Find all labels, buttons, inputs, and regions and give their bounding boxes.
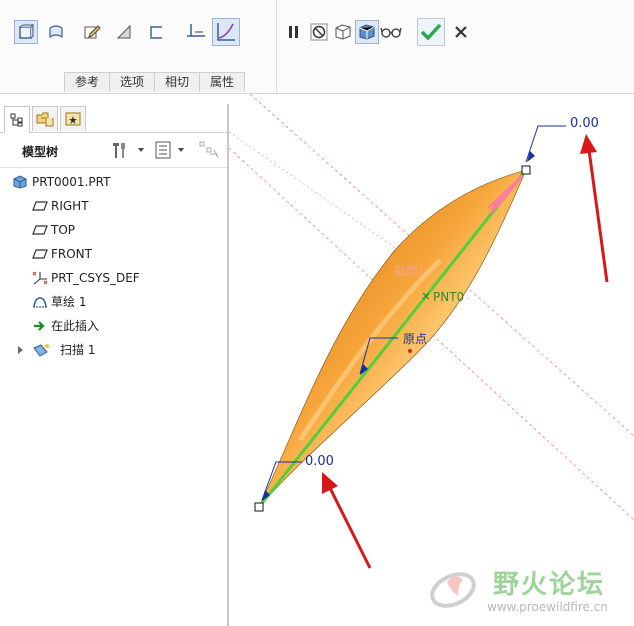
tree-item-label: 草绘 1: [51, 295, 87, 309]
sweep-options-group: 参考 选项 相切 属性: [0, 0, 276, 93]
show-dropdown[interactable]: [154, 140, 192, 160]
glasses-preview-button[interactable]: [379, 20, 403, 44]
tree-item-label: PRT0001.PRT: [32, 175, 111, 189]
expand-arrow-icon[interactable]: [17, 346, 25, 354]
variable-section-icon: [217, 23, 235, 41]
pause-button[interactable]: [282, 20, 306, 44]
watermark-url: www.proewildfire.cn: [487, 600, 608, 614]
tab-options[interactable]: 选项: [109, 72, 156, 92]
edit-sketch-button[interactable]: [80, 20, 104, 44]
tab-references[interactable]: 参考: [64, 72, 111, 92]
settings-dropdown[interactable]: [110, 140, 150, 160]
constant-section-button[interactable]: [184, 20, 208, 44]
solid-sweep-button[interactable]: [14, 20, 38, 44]
model-canvas[interactable]: [229, 94, 634, 626]
tab-properties[interactable]: 属性: [199, 72, 246, 92]
tree-filter-icon: [199, 141, 219, 159]
cancel-button[interactable]: [449, 20, 473, 44]
tab-tangency[interactable]: 相切: [154, 72, 201, 92]
tree-item-label: 扫描 1: [60, 343, 96, 357]
variable-section-button[interactable]: [212, 18, 240, 46]
accept-button[interactable]: [417, 18, 445, 46]
dashboard-tabs: 参考 选项 相切 属性: [64, 72, 246, 92]
tools-icon: [113, 143, 144, 158]
pause-icon: [289, 26, 298, 38]
section-label: 截面1: [394, 264, 426, 278]
no-preview-button[interactable]: [307, 20, 331, 44]
favorites-icon: [65, 112, 81, 126]
origin-marker-icon: [408, 349, 412, 353]
tree-item-label: PRT_CSYS_DEF: [51, 271, 140, 285]
control-group: [277, 0, 477, 93]
watermark-logo-icon: [430, 572, 476, 608]
graphics-window[interactable]: 0.00 0.00 截面1 PNT0 原点: [229, 94, 634, 626]
tab-folder-browser[interactable]: [32, 106, 58, 131]
tab-favorites[interactable]: [60, 106, 86, 131]
forum-watermark: 野火论坛 www.proewildfire.cn: [423, 560, 634, 626]
annotation-arrow-top: [580, 134, 609, 283]
navigator-tabs: [0, 104, 227, 133]
tab-model-tree[interactable]: [4, 106, 30, 133]
surface-sweep-button[interactable]: [44, 20, 68, 44]
remove-material-button[interactable]: [112, 20, 136, 44]
sketch-icon: [33, 297, 47, 308]
part-icon: [13, 175, 27, 189]
origin-label: 原点: [403, 332, 428, 346]
tree-item-top[interactable]: TOP: [0, 219, 220, 241]
tree-item-sweep[interactable]: 扫描 1: [0, 339, 220, 361]
filter-button[interactable]: [198, 140, 220, 160]
model-tree-header: 模型树: [0, 133, 227, 168]
datum-plane-icon: [32, 249, 48, 259]
tree-item-sketch[interactable]: 草绘 1: [0, 291, 220, 313]
tree-item-label: RIGHT: [51, 199, 89, 213]
glasses-icon: [380, 27, 402, 38]
tree-item-front[interactable]: FRONT: [0, 243, 220, 265]
insert-here-arrow-icon: [34, 321, 45, 331]
verify-preview-button[interactable]: [355, 20, 379, 44]
checkmark-icon: [420, 23, 442, 41]
tree-item-insert-here[interactable]: 在此插入: [0, 315, 220, 337]
bottom-dimension-value[interactable]: 0.00: [305, 454, 334, 469]
datum-plane-icon: [32, 225, 48, 235]
shaded-preview-icon: [359, 24, 375, 40]
tree-item-right[interactable]: RIGHT: [0, 195, 220, 217]
remove-material-icon: [116, 24, 131, 39]
annotation-arrow-bottom: [322, 472, 372, 569]
end-point-handle[interactable]: [521, 165, 531, 175]
tree-item-csys[interactable]: PRT_CSYS_DEF: [0, 267, 220, 289]
datum-plane-icon: [32, 201, 48, 211]
start-point-handle[interactable]: [254, 502, 264, 512]
surface-icon: [49, 25, 63, 39]
close-icon: [455, 26, 467, 38]
top-dimension-value[interactable]: 0.00: [570, 116, 599, 131]
csys-icon: [32, 271, 48, 285]
geometry-preview-button[interactable]: [331, 20, 355, 44]
model-tree-title: 模型树: [22, 145, 59, 159]
pencil-sketch-icon: [84, 25, 101, 39]
wireframe-preview-icon: [335, 24, 351, 40]
sweep-icon: [33, 343, 50, 357]
thicken-button[interactable]: [144, 20, 168, 44]
tree-item-label: 在此插入: [51, 319, 100, 333]
thicken-icon: [150, 26, 162, 39]
model-tree-icon: [10, 113, 23, 127]
folder-icon: [36, 112, 54, 127]
watermark-name: 野火论坛: [493, 570, 606, 600]
solid-icon: [19, 24, 34, 39]
no-preview-icon: [310, 23, 328, 41]
navigator-panel: 模型树 PRT0001.PRT RIGHT TOP FRONT PRT_CSYS…: [0, 104, 229, 626]
tree-item-label: FRONT: [51, 247, 92, 261]
list-view-icon: [155, 141, 184, 159]
ribbon-toolbar: 参考 选项 相切 属性: [0, 0, 634, 94]
tree-item-part[interactable]: PRT0001.PRT: [0, 171, 220, 193]
constant-section-icon: [187, 24, 205, 37]
datum-point-label[interactable]: PNT0: [433, 290, 464, 304]
tree-item-label: TOP: [51, 223, 76, 237]
